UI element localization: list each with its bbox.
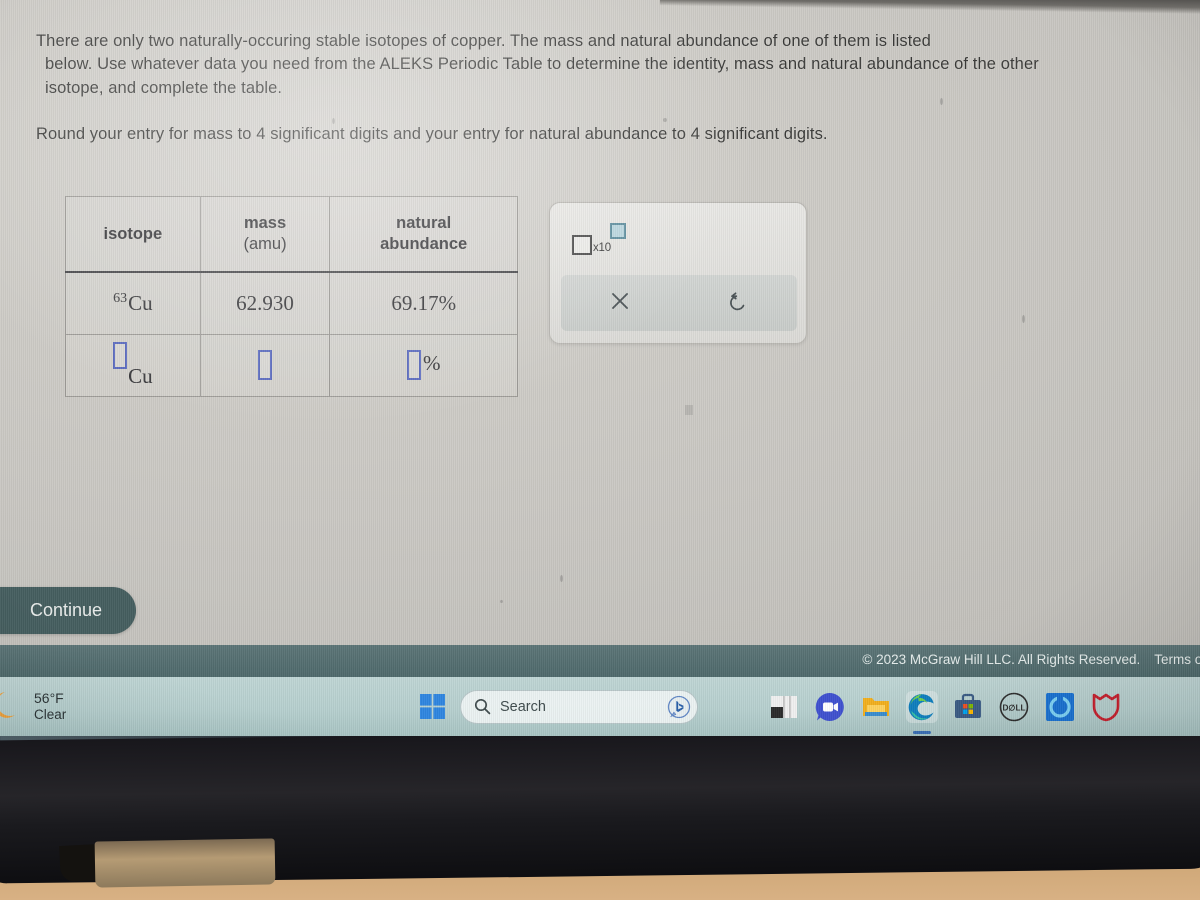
sci-notation-mantissa-box-icon <box>572 235 592 255</box>
prompt-line-3: isotope, and complete the table. <box>45 78 283 97</box>
taskbar-icon-mcafee[interactable] <box>1090 691 1122 723</box>
mass-input[interactable] <box>258 350 273 381</box>
search-icon <box>474 698 491 715</box>
percent-sign: % <box>422 351 441 376</box>
cell-isotope-known: 63Cu <box>65 271 201 335</box>
search-input[interactable]: Search <box>460 689 698 724</box>
cell-abundance-answer[interactable]: % <box>329 333 518 397</box>
taskbar-icon-microsoft-store[interactable] <box>952 691 984 723</box>
bing-chat-icon[interactable] <box>667 695 691 719</box>
table-header-row: isotope mass (amu) natural abundance <box>65 196 518 274</box>
screen-speck <box>685 405 693 415</box>
cell-abundance-known: 69.17% <box>329 271 518 335</box>
column-header-abundance-line1: natural <box>396 214 452 232</box>
table-body: 63Cu 62.930 69.17% Cu % <box>65 271 518 397</box>
table-row: 63Cu 62.930 69.17% <box>65 271 518 335</box>
isotope-table: isotope mass (amu) natural abundance 63C… <box>65 196 518 397</box>
screen-speck <box>663 118 667 122</box>
close-x-icon <box>612 293 628 309</box>
taskbar-center-group: Search <box>420 677 698 736</box>
taskbar-icon-file-explorer[interactable] <box>860 691 892 723</box>
weather-text: 56°F Clear <box>34 690 66 724</box>
table-row: Cu % <box>65 333 518 397</box>
photo-of-monitor: There are only two naturally-occuring st… <box>0 0 1200 900</box>
footer-text-group: © 2023 McGraw Hill LLC. All Rights Reser… <box>862 652 1200 667</box>
column-header-mass-unit: (amu) <box>243 235 287 254</box>
windows-start-icon[interactable] <box>420 693 446 720</box>
column-header-abundance: natural abundance <box>329 196 518 274</box>
isotope-element-symbol: Cu <box>128 363 153 388</box>
continue-button[interactable]: Continue <box>0 587 136 634</box>
windows-taskbar: 56°F Clear Search D∅LL <box>0 677 1200 736</box>
terms-link[interactable]: Terms of <box>1154 652 1200 667</box>
sci-notation-x10-label: x10 <box>593 242 611 254</box>
cell-isotope-answer[interactable]: Cu <box>65 333 201 397</box>
rounding-instruction: Round your entry for mass to 4 significa… <box>36 125 828 144</box>
undo-arrow-icon <box>730 292 745 311</box>
column-header-abundance-line2: abundance <box>380 235 468 254</box>
screen-speck <box>940 98 943 105</box>
search-placeholder: Search <box>500 698 546 715</box>
aleks-exercise-page: There are only two naturally-occuring st… <box>0 0 1200 652</box>
taskbar-icon-zoom[interactable] <box>814 691 846 723</box>
screen-speck <box>332 118 335 124</box>
weather-condition: Clear <box>34 707 67 723</box>
toolbar-action-strip <box>561 275 797 331</box>
taskbar-icon-dell[interactable]: D∅LL <box>998 691 1030 723</box>
taskbar-app-icons: D∅LL <box>768 677 1122 736</box>
sci-notation-exponent-box-icon <box>609 223 626 239</box>
crescent-moon-icon <box>0 686 26 728</box>
copyright-text: © 2023 McGraw Hill LLC. All Rights Reser… <box>862 652 1141 667</box>
svg-text:D∅LL: D∅LL <box>1002 703 1025 712</box>
prompt-line-1: There are only two naturally-occuring st… <box>36 32 931 50</box>
screen-speck <box>1022 315 1025 323</box>
screen-speck <box>560 575 563 582</box>
column-header-isotope: isotope <box>65 196 201 274</box>
isotope-mass-number: 63 <box>113 290 128 306</box>
cell-mass-answer[interactable] <box>199 333 331 397</box>
scientific-notation-button[interactable]: x10 <box>572 221 626 255</box>
monitor-stand <box>94 838 276 888</box>
page-footer: © 2023 McGraw Hill LLC. All Rights Reser… <box>0 645 1200 677</box>
isotope-element-symbol: Cu <box>128 290 153 315</box>
weather-widget[interactable]: 56°F Clear <box>0 686 66 728</box>
abundance-input[interactable] <box>406 350 421 381</box>
taskbar-icon-alexa[interactable] <box>1044 691 1076 723</box>
taskbar-icon-task-view[interactable] <box>768 691 800 723</box>
isotope-mass-number-input[interactable] <box>113 341 128 369</box>
column-header-mass: mass (amu) <box>199 196 331 274</box>
screen-speck <box>500 600 503 603</box>
table-header: isotope mass (amu) natural abundance <box>65 196 518 274</box>
weather-temperature: 56°F <box>34 689 64 706</box>
column-header-mass-label: mass <box>243 214 287 232</box>
undo-button[interactable] <box>679 289 797 317</box>
taskbar-icon-microsoft-edge[interactable] <box>906 690 938 723</box>
clear-button[interactable] <box>561 289 679 317</box>
prompt-line-2: below. Use whatever data you need from t… <box>45 55 1039 74</box>
monitor-screen: There are only two naturally-occuring st… <box>0 0 1200 736</box>
cell-mass-known: 62.930 <box>199 271 331 335</box>
exercise-prompt: There are only two naturally-occuring st… <box>36 30 1200 100</box>
answer-entry-toolbar: x10 <box>549 202 807 344</box>
